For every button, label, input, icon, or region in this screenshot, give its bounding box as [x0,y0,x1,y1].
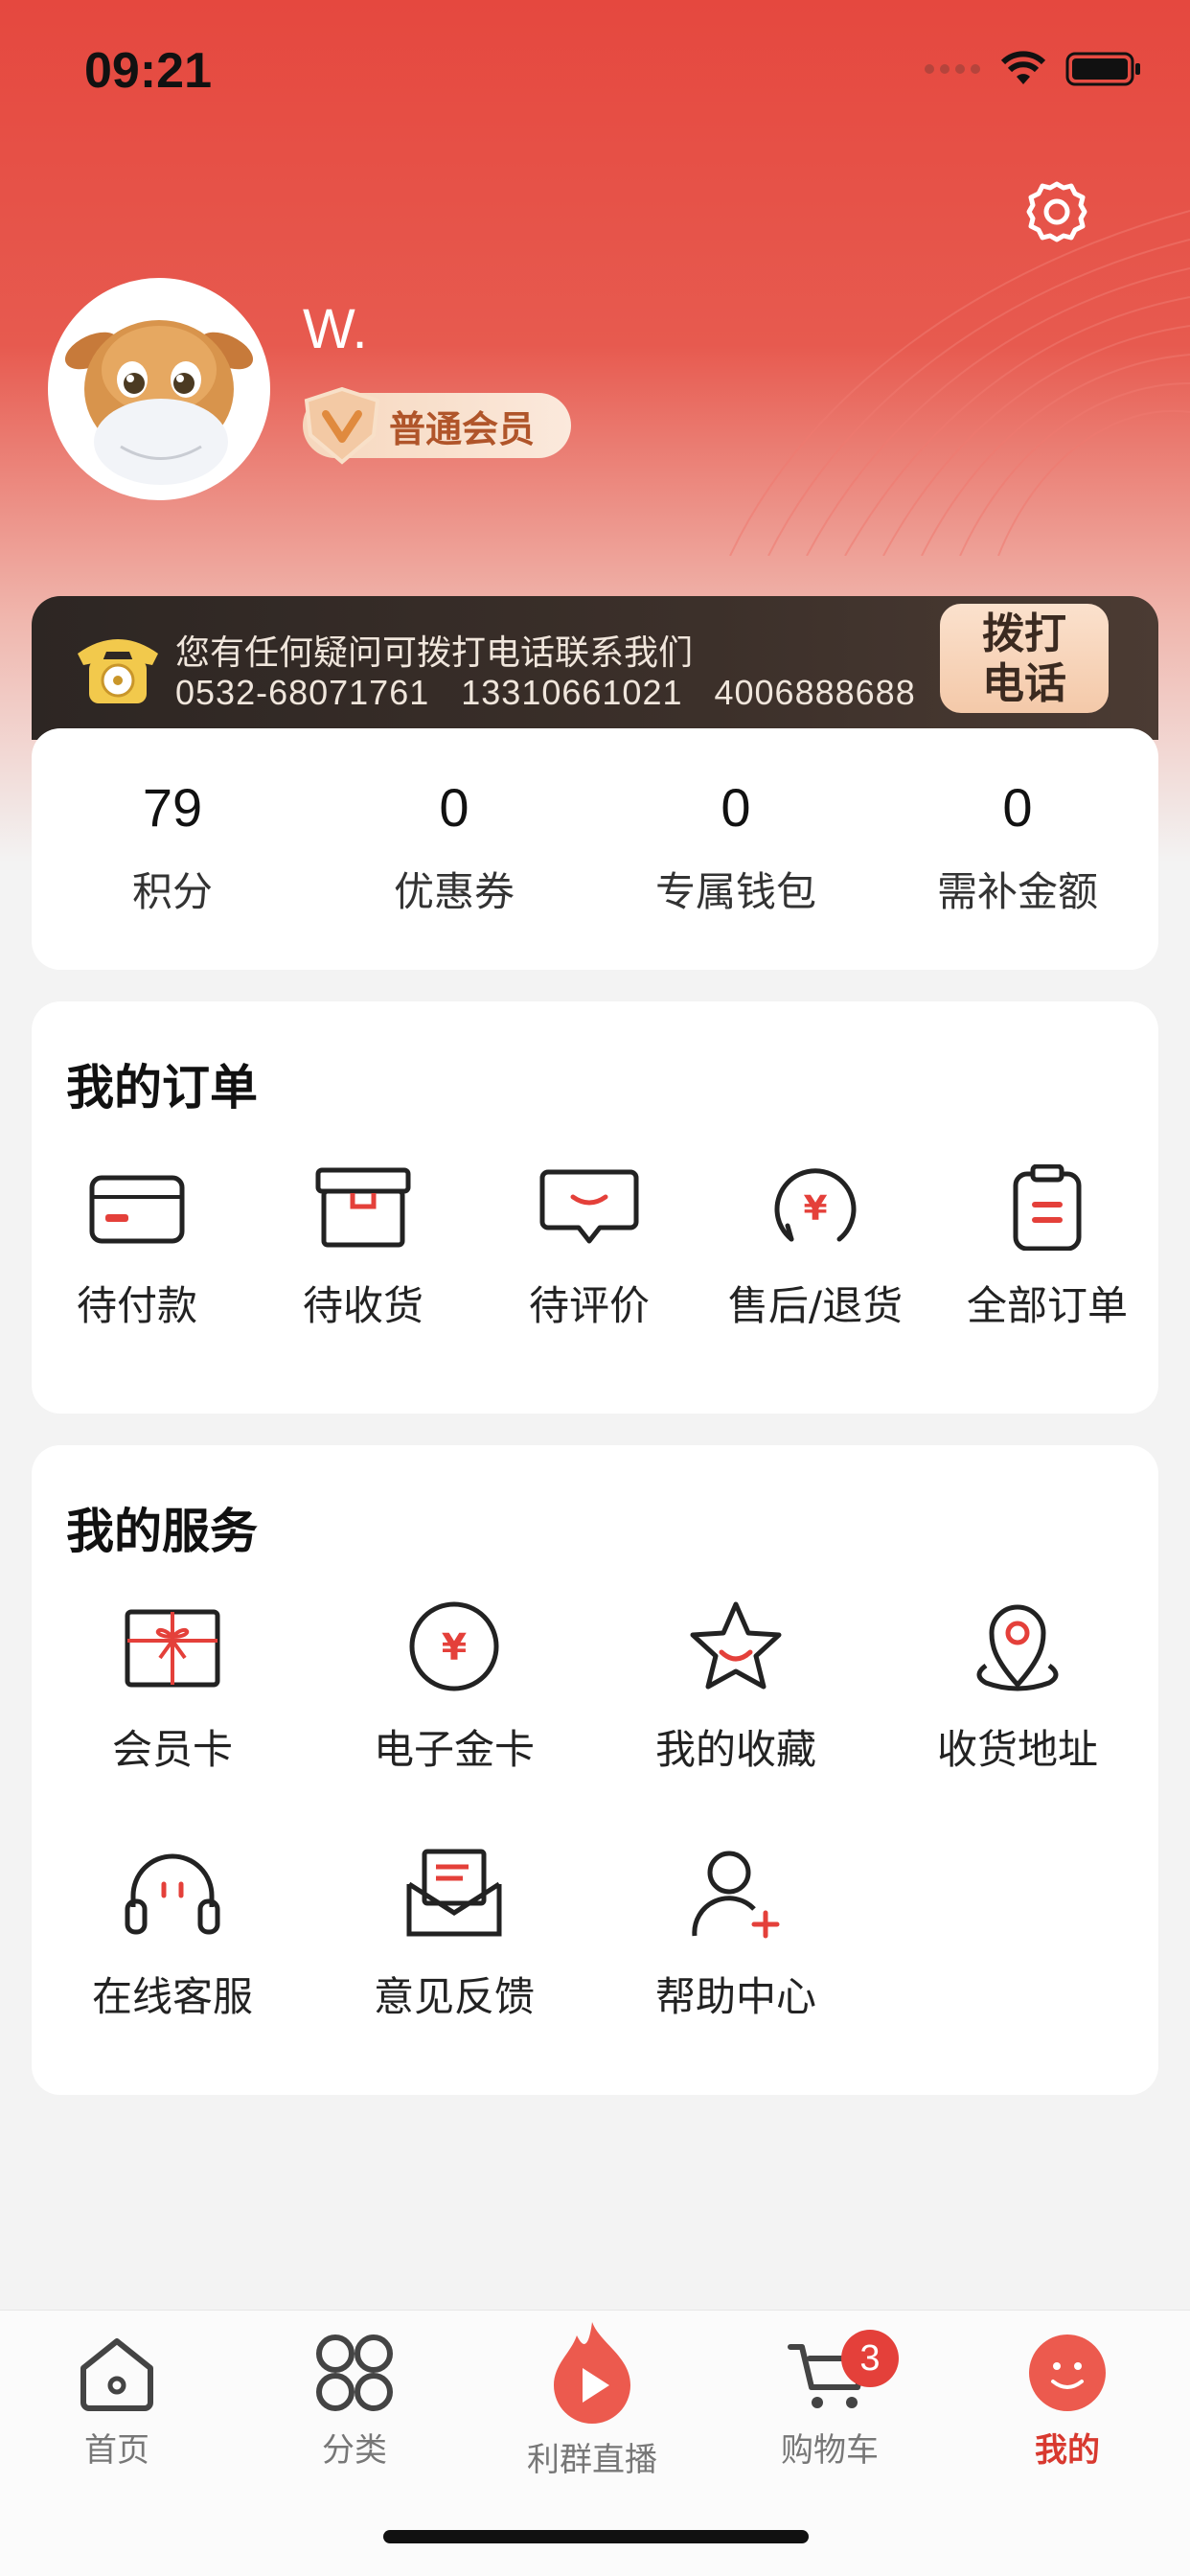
call-button-line2: 电话 [982,659,1066,708]
service-label: 帮助中心 [654,1973,816,2020]
service-member-card[interactable]: 会员卡 [72,1598,273,1776]
member-level-badge[interactable]: 普通会员 [303,386,571,465]
hotline-banner: 您有任何疑问可拨打电话联系我们 0532-68071761 1331066102… [32,596,1158,740]
smile-icon [1029,2334,1106,2411]
envelope-icon [406,1849,502,1937]
stat-value: 0 [439,777,469,838]
location-pin-icon [976,1604,1059,1691]
order-label: 待评价 [528,1282,650,1329]
service-label: 会员卡 [111,1726,233,1773]
star-icon [690,1601,782,1690]
member-level-label: 普通会员 [389,407,536,450]
order-after-sales[interactable]: ¥ 售后/退货 [710,1164,921,1332]
clipboard-icon [1013,1164,1082,1251]
home-icon [80,2338,153,2411]
wifi-icon [1000,51,1046,84]
service-favorites[interactable]: 我的收藏 [635,1598,836,1776]
card-icon [89,1175,185,1244]
tab-label: 分类 [322,2431,387,2470]
avatar[interactable] [48,278,270,500]
tab-label: 利群直播 [527,2441,657,2479]
box-icon [315,1167,411,1248]
services-title: 我的服务 [66,1504,258,1559]
home-indicator[interactable] [383,2530,809,2543]
order-label: 待收货 [302,1282,423,1329]
order-pending-payment[interactable]: 待付款 [41,1164,233,1332]
service-label: 收货地址 [936,1726,1098,1773]
settings-button[interactable] [1023,178,1090,245]
service-label: 意见反馈 [373,1973,535,2020]
live-flame-icon [554,2322,630,2424]
service-label: 电子金卡 [373,1726,535,1773]
stat-value: 0 [1002,777,1033,838]
battery-icon [1065,52,1140,86]
username: W. [303,298,368,360]
service-online-support[interactable]: 在线客服 [72,1846,273,2023]
signal-dots-icon [925,64,980,74]
order-pending-review[interactable]: 待评价 [493,1164,685,1332]
stat-label: 专属钱包 [654,868,816,915]
grid-icon [316,2334,393,2411]
stat-wallet[interactable]: 0 专属钱包 [595,728,877,970]
stat-label: 积分 [131,868,213,915]
headset-icon [125,1853,220,1935]
stat-value: 0 [721,777,751,838]
stat-label: 需补金额 [936,868,1098,915]
services-card: 我的服务 会员卡 ¥ 电子金卡 我的收藏 收货地址 在线客服 意见反馈 帮助中心 [32,1445,1158,2095]
service-label: 在线客服 [91,1973,253,2020]
stat-label: 优惠券 [393,868,515,915]
tab-label: 我的 [1035,2431,1100,2470]
status-icons [924,50,1142,88]
yuan-coin-icon: ¥ [409,1601,499,1691]
tab-cart[interactable]: 3 购物车 [734,2330,926,2471]
stat-value: 79 [142,777,203,838]
orders-title: 我的订单 [66,1060,258,1116]
tab-home[interactable]: 首页 [21,2330,213,2471]
tab-live[interactable]: 利群直播 [496,2318,688,2480]
cow-mascot-image [54,284,264,494]
gift-card-icon [125,1609,220,1688]
stats-card: 79 积分 0 优惠券 0 专属钱包 0 需补金额 [32,728,1158,970]
svg-text:¥: ¥ [803,1189,827,1229]
decorative-waves [729,210,1190,556]
call-phone-button[interactable]: 拨打 电话 [940,604,1109,713]
status-time: 09:21 [84,43,212,99]
order-label: 售后/退货 [727,1282,904,1329]
status-bar: 09:21 [0,0,1190,144]
service-e-gold-card[interactable]: ¥ 电子金卡 [354,1598,555,1776]
call-button-line1: 拨打 [982,610,1066,658]
hotline-message: 您有任何疑问可拨打电话联系我们 [175,633,694,673]
stat-balance-due[interactable]: 0 需补金额 [877,728,1158,970]
service-label: 我的收藏 [654,1726,816,1773]
tab-category[interactable]: 分类 [259,2330,450,2471]
refund-icon: ¥ [774,1168,857,1242]
telephone-icon [78,639,158,703]
hotline-numbers: 0532-68071761 13310661021 4006888688 [175,673,916,712]
service-shipping-address[interactable]: 收货地址 [917,1598,1118,1776]
stat-points[interactable]: 79 积分 [32,728,313,970]
order-pending-delivery[interactable]: 待收货 [267,1164,459,1332]
order-label: 全部订单 [966,1282,1128,1329]
tab-label: 购物车 [781,2431,879,2470]
comment-icon [539,1169,639,1244]
order-label: 待付款 [76,1282,197,1329]
tab-label: 首页 [84,2431,149,2470]
service-help-center[interactable]: 帮助中心 [635,1846,836,2023]
svg-text:¥: ¥ [442,1626,467,1668]
service-feedback[interactable]: 意见反馈 [354,1846,555,2023]
order-all[interactable]: 全部订单 [947,1164,1148,1332]
tab-mine[interactable]: 我的 [972,2330,1163,2471]
cart-count-badge: 3 [841,2330,899,2387]
stat-coupons[interactable]: 0 优惠券 [313,728,595,970]
user-add-icon [692,1851,780,1939]
v-shield-icon [304,386,380,465]
gear-icon [1026,181,1087,242]
orders-card: 我的订单 待付款 待收货 待评价 ¥ 售后/退货 全部订单 [32,1001,1158,1414]
